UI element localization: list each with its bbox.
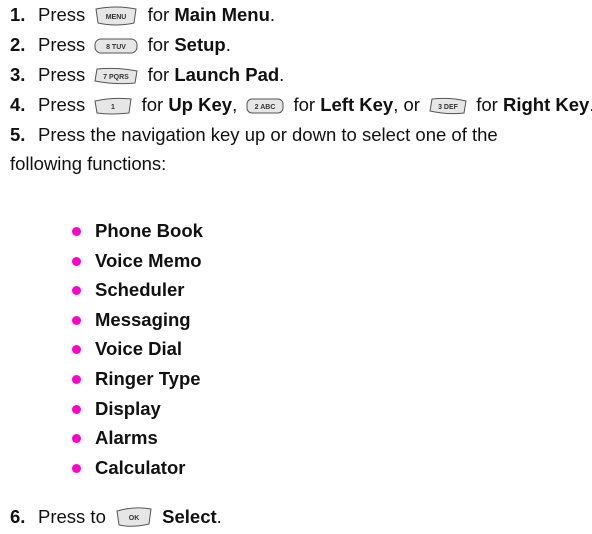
- step-3: 3. Press 7 PQRS for Launch Pad.: [10, 60, 586, 89]
- function-label: Voice Dial: [95, 338, 183, 360]
- step-text: Press: [38, 4, 86, 25]
- bullet-icon: [72, 227, 81, 236]
- list-item: Voice Memo: [72, 246, 203, 276]
- step-text: Press: [38, 64, 86, 85]
- step-text: for: [147, 4, 170, 25]
- step-text: for: [147, 64, 170, 85]
- step-number: 5.: [10, 124, 26, 145]
- function-label: Scheduler: [95, 279, 185, 301]
- menu-target: Setup: [174, 34, 226, 55]
- key-8-icon: 8 TUV: [93, 35, 139, 57]
- separator: ,: [232, 94, 238, 115]
- step-5: 5. Press the navigation key up or down to…: [10, 120, 570, 178]
- bullet-icon: [72, 463, 81, 473]
- bullet-icon: [72, 434, 81, 444]
- step-number: 2.: [10, 34, 26, 55]
- function-label: Alarms: [95, 427, 158, 449]
- menu-target: Launch Pad: [174, 64, 280, 85]
- svg-text:8 TUV: 8 TUV: [107, 44, 127, 51]
- svg-text:3 DEF: 3 DEF: [438, 104, 459, 111]
- list-item: Voice Dial: [72, 334, 203, 364]
- separator: .: [225, 34, 231, 55]
- key-7-icon: 7 PQRS: [93, 65, 139, 87]
- bullet-icon: [72, 345, 81, 355]
- menu-target: Main Menu: [174, 4, 270, 25]
- step-number: 4.: [10, 94, 26, 115]
- separator: , or: [393, 94, 420, 115]
- step-4: 4. Press 1 for Up Key, 2 ABC for Left Key…: [10, 90, 592, 119]
- select-target: Select: [162, 506, 217, 527]
- right-key-target: Right Key: [502, 94, 590, 115]
- list-item: Scheduler: [72, 275, 203, 305]
- up-key-target: Up Key: [168, 94, 233, 115]
- key-3-icon: 3 DEF: [428, 95, 468, 117]
- list-item: Calculator: [72, 453, 203, 483]
- step-text: Press to: [38, 506, 106, 527]
- list-item: Alarms: [72, 423, 203, 453]
- step-number: 6.: [10, 506, 26, 527]
- separator: .: [216, 506, 222, 527]
- svg-text:2 ABC: 2 ABC: [255, 104, 276, 111]
- instructions-page: 1. Press MENU for Main Menu. 2. Press 8 TU…: [0, 0, 592, 534]
- step-1: 1. Press MENU for Main Menu.: [10, 0, 586, 29]
- left-key-target: Left Key: [320, 94, 394, 115]
- step-text: Press: [38, 94, 86, 115]
- bullet-icon: [72, 286, 81, 296]
- step-6: 6. Press to OK Select.: [10, 502, 586, 531]
- bullet-icon: [72, 256, 81, 266]
- separator: .: [269, 4, 276, 25]
- step-number: 3.: [10, 64, 26, 85]
- step-text: Press the navigation key up or down to s…: [10, 124, 498, 174]
- menu-key-icon: MENU: [93, 5, 139, 27]
- list-item: Phone Book: [72, 216, 203, 246]
- bullet-icon: [72, 315, 81, 325]
- key-1-icon: 1: [93, 95, 133, 117]
- function-label: Calculator: [95, 456, 186, 478]
- key-2-icon: 2 ABC: [245, 95, 285, 117]
- function-label: Ringer Type: [95, 367, 201, 389]
- svg-text:7 PQRS: 7 PQRS: [104, 74, 130, 81]
- step-text: for: [476, 94, 498, 115]
- function-label: Phone Book: [95, 220, 203, 241]
- function-label: Messaging: [95, 308, 191, 330]
- step-2: 2. Press 8 TUV for Setup.: [10, 30, 586, 59]
- function-label: Display: [95, 397, 161, 419]
- separator: .: [279, 64, 285, 85]
- svg-text:OK: OK: [129, 515, 140, 522]
- list-item: Messaging: [72, 305, 203, 335]
- svg-text:MENU: MENU: [106, 14, 127, 21]
- functions-list: Phone Book Voice Memo Scheduler Messagin…: [72, 216, 203, 482]
- svg-text:1: 1: [111, 104, 115, 111]
- bullet-icon: [72, 404, 81, 414]
- step-text: for: [141, 94, 164, 115]
- function-label: Voice Memo: [95, 249, 202, 271]
- list-item: Display: [72, 394, 203, 424]
- ok-key-icon: OK: [114, 505, 154, 529]
- bullet-icon: [72, 374, 81, 384]
- step-number: 1.: [10, 4, 26, 25]
- step-text: for: [293, 94, 316, 115]
- step-text: Press: [38, 34, 86, 55]
- step-text: for: [147, 34, 170, 55]
- list-item: Ringer Type: [72, 364, 203, 394]
